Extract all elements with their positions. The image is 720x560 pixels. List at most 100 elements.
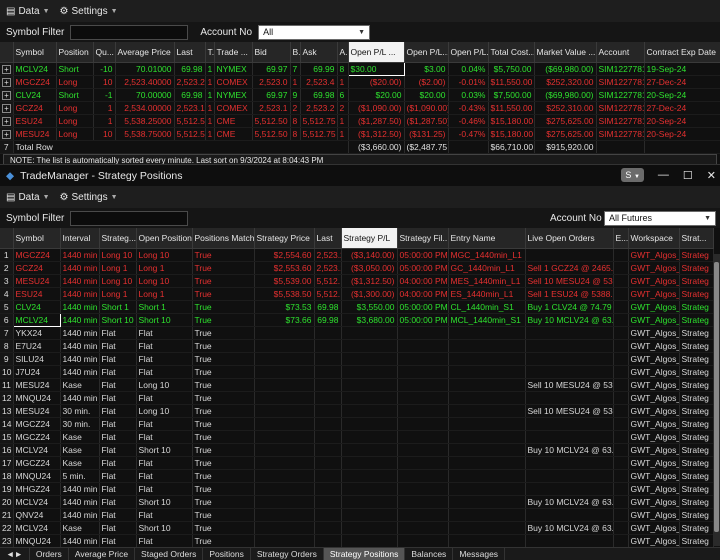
tab-strategy-positions[interactable]: Strategy Positions xyxy=(323,548,406,560)
window-titlebar[interactable]: ◆ TradeManager - Strategy Positions S ▼ … xyxy=(0,164,720,186)
strategy-row[interactable]: 14 MGCZ24 30 min. Flat Flat True GWT_Algos_ Str… xyxy=(0,417,714,431)
settings-menu[interactable]: ⚙ Settings ▼ xyxy=(60,6,118,17)
scrollbar-thumb[interactable] xyxy=(714,262,719,532)
tab-average-price[interactable]: Average Price xyxy=(69,548,136,560)
column-header[interactable]: Strategy Price xyxy=(254,228,315,249)
cell-ws: GWT_Algos_ xyxy=(628,521,680,535)
expand-icon[interactable]: + xyxy=(2,90,11,100)
strategy-row[interactable]: 4 ESU24 1440 min Long 1 Long 1 True $5,538.50 5… xyxy=(0,287,714,301)
symbol-filter-input[interactable] xyxy=(70,210,189,226)
position-row[interactable]: + GCZ24 Long 1 2,534.00000 2,523.1 1 COMEX 2,523… xyxy=(0,101,720,115)
strategy-row[interactable]: 7 YKX24 1440 min Flat Flat True GWT_Algos_ Stra… xyxy=(0,326,714,340)
expand-cell[interactable]: + xyxy=(0,127,14,141)
column-header[interactable]: Open P/L... xyxy=(448,42,489,63)
column-header[interactable]: E... xyxy=(613,228,629,249)
column-header[interactable]: Last xyxy=(174,42,206,63)
tab-positions[interactable]: Positions xyxy=(203,548,251,560)
cell-mkt: $252,320.00 xyxy=(534,75,597,89)
column-header[interactable]: Bid xyxy=(252,42,291,63)
strategy-row[interactable]: 19 MHGZ24 1440 min Flat Flat True GWT_Algos_ St… xyxy=(0,482,714,496)
close-icon[interactable]: ✕ xyxy=(707,169,716,182)
expand-cell[interactable]: + xyxy=(0,88,14,102)
column-header[interactable]: Entry Name xyxy=(448,228,526,249)
strategy-row[interactable]: 9 SILU24 1440 min Flat Flat True GWT_Algos_ Str… xyxy=(0,352,714,366)
column-header[interactable]: Position xyxy=(56,42,94,63)
column-header[interactable]: Trade ... xyxy=(214,42,253,63)
column-header[interactable] xyxy=(0,42,14,63)
symbol-filter-input[interactable] xyxy=(70,24,189,40)
strategy-row[interactable]: 12 MNQU24 1440 min Flat Flat True GWT_Algos_ St… xyxy=(0,391,714,405)
expand-icon[interactable]: + xyxy=(2,77,11,87)
strategy-row[interactable]: 21 QNV24 1440 min Flat Flat True GWT_Algos_ Str… xyxy=(0,508,714,522)
column-header[interactable]: Open P/L... xyxy=(404,42,449,63)
column-header[interactable]: Ask xyxy=(300,42,338,63)
column-header[interactable]: Interval xyxy=(60,228,100,249)
tab-orders[interactable]: Orders xyxy=(30,548,69,560)
data-menu[interactable]: ▤ Data ▼ xyxy=(6,192,50,203)
tab-scroll-icon[interactable]: ◄► xyxy=(0,548,30,560)
data-menu[interactable]: ▤ Data ▼ xyxy=(6,6,50,17)
expand-icon[interactable]: + xyxy=(2,64,11,74)
account-select[interactable]: All Futures ▼ xyxy=(604,210,716,226)
account-select[interactable]: All ▼ xyxy=(258,24,371,40)
column-header[interactable]: Live Open Orders xyxy=(525,228,614,249)
minimize-icon[interactable]: — xyxy=(658,169,669,181)
expand-cell[interactable]: + xyxy=(0,62,14,76)
column-header[interactable]: Positions Match xyxy=(192,228,255,249)
expand-cell[interactable]: + xyxy=(0,101,14,115)
column-header[interactable] xyxy=(0,228,14,249)
column-header[interactable]: A... xyxy=(337,42,349,63)
strategy-row[interactable]: 17 MGCZ24 Kase Flat Flat True GWT_Algos_ Strate… xyxy=(0,456,714,470)
expand-cell[interactable]: + xyxy=(0,75,14,89)
maximize-icon[interactable]: ☐ xyxy=(683,169,693,182)
column-header[interactable]: B... xyxy=(290,42,301,63)
strategy-row[interactable]: 13 MESU24 30 min. Flat Long 10 True Sell 10 ME… xyxy=(0,404,714,418)
settings-menu[interactable]: ⚙ Settings ▼ xyxy=(60,192,118,203)
tab-messages[interactable]: Messages xyxy=(453,548,506,560)
column-header[interactable]: Contract Exp Date xyxy=(644,42,720,63)
tab-strategy-orders[interactable]: Strategy Orders xyxy=(251,548,324,560)
tab-balances[interactable]: Balances xyxy=(405,548,454,560)
expand-icon[interactable]: + xyxy=(2,129,11,139)
column-header[interactable]: Strat... xyxy=(679,228,714,249)
column-header[interactable]: T... xyxy=(205,42,215,63)
strategy-row[interactable]: 11 MESU24 Kase Flat Long 10 True Sell 10 MESU2… xyxy=(0,378,714,392)
tab-staged-orders[interactable]: Staged Orders xyxy=(135,548,204,560)
strategy-row[interactable]: 23 MNQU24 1440 min Flat Flat True GWT_Algos_ St… xyxy=(0,534,714,548)
strategy-row[interactable]: 22 MCLV24 Kase Flat Short 10 True Buy 10 MCLV2… xyxy=(0,521,714,535)
s-badge-button[interactable]: S ▼ xyxy=(621,168,644,182)
strategy-row[interactable]: 10 J7U24 1440 min Flat Flat True GWT_Algos_ Str… xyxy=(0,365,714,379)
strategy-row[interactable]: 18 MNQU24 5 min. Flat Flat True GWT_Algos_ Stra… xyxy=(0,469,714,483)
column-header[interactable]: Last xyxy=(314,228,342,249)
expand-icon[interactable]: + xyxy=(2,103,11,113)
column-header[interactable]: Symbol xyxy=(13,228,61,249)
column-header[interactable]: Strategy Fil... xyxy=(397,228,449,249)
column-header[interactable]: Workspace xyxy=(628,228,680,249)
strategy-row[interactable]: 20 MCLV24 1440 min Flat Short 10 True Buy 10 M… xyxy=(0,495,714,509)
position-row[interactable]: + MCLV24 Short -10 70.01000 69.98 1 NYMEX 69.97 7… xyxy=(0,61,720,76)
position-row[interactable]: + CLV24 Short -1 70.00000 69.98 1 NYMEX 69.97 9 69… xyxy=(0,88,720,102)
column-header[interactable]: Open P/L ... xyxy=(348,42,405,63)
column-header[interactable]: Average Price xyxy=(115,42,175,63)
column-header[interactable]: Strategy P/L xyxy=(341,228,398,249)
strategy-row[interactable]: 5 CLV24 1440 min Short 1 Short 1 True $73.53 69… xyxy=(0,300,714,314)
strategy-row[interactable]: 8 E7U24 1440 min Flat Flat True GWT_Algos_ Stra… xyxy=(0,339,714,353)
strategy-row[interactable]: 3 MESU24 1440 min Long 10 Long 10 True $5,539.… xyxy=(0,274,714,288)
strategy-row[interactable]: 15 MGCZ24 Kase Flat Flat True GWT_Algos_ Strate… xyxy=(0,430,714,444)
strategy-row[interactable]: 2 GCZ24 1440 min Long 1 Long 1 True $2,553.60 2… xyxy=(0,261,714,275)
strategy-row[interactable]: 1 MGCZ24 1440 min Long 10 Long 10 True $2,554.… xyxy=(0,248,714,262)
expand-cell[interactable]: + xyxy=(0,114,14,128)
column-header[interactable]: Account xyxy=(596,42,645,63)
column-header[interactable]: Market Value ... xyxy=(534,42,597,63)
column-header[interactable]: Qu... xyxy=(93,42,116,63)
expand-icon[interactable]: + xyxy=(2,116,11,126)
position-row[interactable]: + MESU24 Long 10 5,538.75000 5,512.5 1 CME 5,512… xyxy=(0,127,720,141)
column-header[interactable]: Strateg... xyxy=(99,228,137,249)
position-row[interactable]: + MGCZ24 Long 10 2,523.40000 2,523.2 1 COMEX 2,5… xyxy=(0,75,720,89)
column-header[interactable]: Symbol xyxy=(13,42,57,63)
strategy-row[interactable]: 16 MCLV24 Kase Flat Short 10 True Buy 10 MCLV2… xyxy=(0,443,714,457)
column-header[interactable]: Open Position xyxy=(136,228,193,249)
column-header[interactable]: Total Cost... xyxy=(488,42,535,63)
position-row[interactable]: + ESU24 Long 1 5,538.25000 5,512.5 1 CME 5,512.5… xyxy=(0,114,720,128)
strategy-row[interactable]: 6 MCLV24 1440 min Short 10 Short 10 True $73.6… xyxy=(0,312,714,327)
